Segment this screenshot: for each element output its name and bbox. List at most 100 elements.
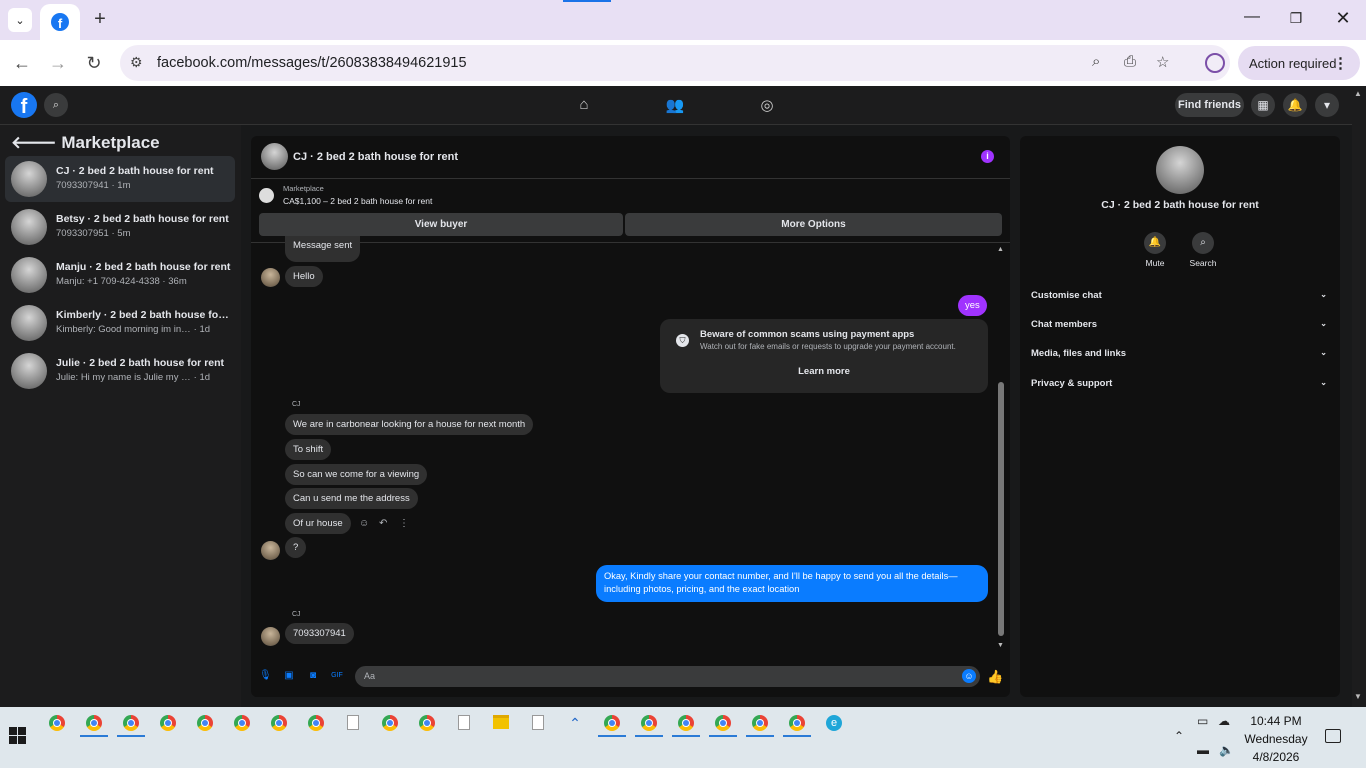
close-icon[interactable]: ✕ xyxy=(1331,8,1355,32)
conversation-item[interactable]: Betsy · 2 bed 2 bath house for rent 7093… xyxy=(5,204,235,250)
chat-header: CJ · 2 bed 2 bath house for rent i xyxy=(251,136,1010,179)
edge-icon[interactable]: e xyxy=(826,715,842,731)
avatar xyxy=(11,353,47,389)
account-chevron-icon[interactable]: ▾ xyxy=(1315,93,1339,117)
avatar[interactable] xyxy=(1156,146,1204,194)
minimize-icon[interactable]: — xyxy=(1240,8,1264,32)
view-buyer-button[interactable]: View buyer xyxy=(259,213,623,236)
chrome-icon[interactable] xyxy=(382,715,398,731)
chrome-icon[interactable] xyxy=(419,715,435,731)
section-customise-chat[interactable]: Customise chat ⌄ xyxy=(1031,290,1331,301)
gallery-icon[interactable]: ▣ xyxy=(283,670,295,682)
back-arrow-icon[interactable]: 🡐 xyxy=(11,133,57,152)
battery-icon[interactable]: ▬ xyxy=(1197,743,1209,757)
chrome-icon[interactable] xyxy=(86,715,102,731)
info-icon[interactable]: i xyxy=(981,150,994,163)
chrome-icon[interactable] xyxy=(234,715,250,731)
avatar[interactable] xyxy=(261,143,288,170)
install-app-icon[interactable]: ⎙ xyxy=(1124,53,1136,70)
listing-summary[interactable]: CA$1,100 – 2 bed 2 bath house for rent xyxy=(283,196,432,206)
profile-icon[interactable] xyxy=(1205,53,1225,73)
reload-icon[interactable]: ↻ xyxy=(81,50,107,76)
chrome-icon[interactable] xyxy=(678,715,694,731)
more-icon[interactable]: ⋮ xyxy=(399,518,409,529)
thumbs-up-icon[interactable]: 👍 xyxy=(987,669,1003,685)
search-icon[interactable]: ⌕ xyxy=(44,93,68,117)
scroll-down-icon[interactable]: ▼ xyxy=(997,642,1004,649)
chrome-icon[interactable] xyxy=(715,715,731,731)
chrome-icon[interactable] xyxy=(123,715,139,731)
omnibox[interactable]: ⚙ facebook.com/messages/t/26083838494621… xyxy=(120,45,1230,81)
emoji-icon[interactable]: ☺ xyxy=(962,669,976,683)
notification-center-icon[interactable] xyxy=(1325,729,1341,743)
groups-icon[interactable]: ◎ xyxy=(756,96,778,116)
chrome-icon[interactable] xyxy=(789,715,805,731)
plus-icon[interactable]: + xyxy=(88,8,112,32)
notifications-bell-icon[interactable]: 🔔 xyxy=(1283,93,1307,117)
windows-start-icon[interactable] xyxy=(9,727,26,744)
chrome-icon[interactable] xyxy=(49,715,65,731)
chevron-down-icon[interactable]: ⌄ xyxy=(8,8,32,32)
sticker-icon[interactable]: ◙ xyxy=(307,670,319,682)
conversation-item[interactable]: CJ · 2 bed 2 bath house for rent 7093307… xyxy=(5,156,235,202)
chrome-icon[interactable] xyxy=(752,715,768,731)
chat-title[interactable]: CJ · 2 bed 2 bath house for rent xyxy=(293,151,458,163)
message-bubble: 7093307941 xyxy=(285,623,354,644)
site-settings-icon[interactable]: ⚙ xyxy=(130,54,143,71)
learn-more-link[interactable]: Learn more xyxy=(660,366,988,377)
forward-icon[interactable]: → xyxy=(45,50,71,76)
chrome-icon[interactable] xyxy=(604,715,620,731)
star-icon[interactable]: ☆ xyxy=(1156,53,1169,71)
chrome-icon[interactable] xyxy=(308,715,324,731)
reply-icon[interactable]: ↶ xyxy=(379,518,387,529)
mute-bell-icon[interactable]: 🔔 xyxy=(1144,232,1166,254)
conversation-item[interactable]: Kimberly · 2 bed 2 bath house for rent K… xyxy=(5,300,235,346)
url-text[interactable]: facebook.com/messages/t/2608383849462191… xyxy=(157,55,467,71)
message-input[interactable]: Aa ☺ xyxy=(355,666,980,687)
chrome-icon[interactable] xyxy=(160,715,176,731)
section-media-files-links[interactable]: Media, files and links ⌄ xyxy=(1031,348,1331,359)
restore-icon[interactable]: ❐ xyxy=(1286,10,1306,30)
zoom-icon[interactable]: ⌕ xyxy=(1092,53,1100,70)
section-privacy-support[interactable]: Privacy & support ⌄ xyxy=(1031,378,1331,389)
home-icon[interactable]: ⌂ xyxy=(573,96,595,116)
onedrive-icon[interactable]: ☁ xyxy=(1218,714,1230,728)
back-icon[interactable]: ← xyxy=(9,50,35,76)
document-icon[interactable] xyxy=(347,715,359,730)
show-hidden-icons-icon[interactable]: ⌃ xyxy=(1174,729,1184,743)
avatar xyxy=(11,257,47,293)
conversation-item[interactable]: Manju · 2 bed 2 bath house for rent Manj… xyxy=(5,252,235,298)
scroll-thumb[interactable] xyxy=(998,382,1004,636)
file-explorer-icon[interactable] xyxy=(493,715,509,729)
app-arrow-icon[interactable]: ⌃ xyxy=(567,715,583,731)
action-required-button[interactable]: Action required ⋮ xyxy=(1238,46,1360,80)
meet-icon[interactable]: ▭ xyxy=(1197,714,1208,728)
search-icon[interactable]: ⌕ xyxy=(1192,232,1214,254)
page-scrollbar[interactable]: ▲ ▼ xyxy=(1352,86,1366,707)
document-icon[interactable] xyxy=(458,715,470,730)
react-emoji-icon[interactable]: ☺ xyxy=(359,518,369,529)
more-vert-icon[interactable]: ⋮ xyxy=(1333,54,1348,72)
facebook-logo-icon[interactable]: f xyxy=(11,92,37,118)
more-options-button[interactable]: More Options xyxy=(625,213,1002,236)
volume-icon[interactable]: 🔈 xyxy=(1219,743,1234,757)
menu-grid-icon[interactable]: ▦ xyxy=(1251,93,1275,117)
chrome-icon[interactable] xyxy=(197,715,213,731)
chrome-icon[interactable] xyxy=(271,715,287,731)
chrome-icon[interactable] xyxy=(641,715,657,731)
conversation-item[interactable]: Julie · 2 bed 2 bath house for rent Juli… xyxy=(5,348,235,394)
gif-icon[interactable]: GIF xyxy=(331,670,343,682)
friends-icon[interactable]: 👥 xyxy=(664,96,686,116)
scroll-down-icon[interactable]: ▼ xyxy=(1354,692,1362,701)
section-chat-members[interactable]: Chat members ⌄ xyxy=(1031,319,1331,330)
chat-scrollbar[interactable]: ▲ ▼ xyxy=(997,246,1005,654)
system-clock[interactable]: 10:44 PM Wednesday 4/8/2026 xyxy=(1242,712,1310,766)
scroll-up-icon[interactable]: ▲ xyxy=(1354,89,1362,98)
browser-tab-facebook[interactable]: f xyxy=(40,4,80,40)
scroll-up-icon[interactable]: ▲ xyxy=(997,246,1004,253)
document-icon[interactable] xyxy=(532,715,544,730)
find-friends-button[interactable]: Find friends xyxy=(1175,93,1244,117)
microphone-icon[interactable]: 🎙 xyxy=(259,670,272,682)
scam-warning-title: Beware of common scams using payment app… xyxy=(700,329,915,340)
details-name: CJ · 2 bed 2 bath house for rent xyxy=(1101,199,1259,211)
